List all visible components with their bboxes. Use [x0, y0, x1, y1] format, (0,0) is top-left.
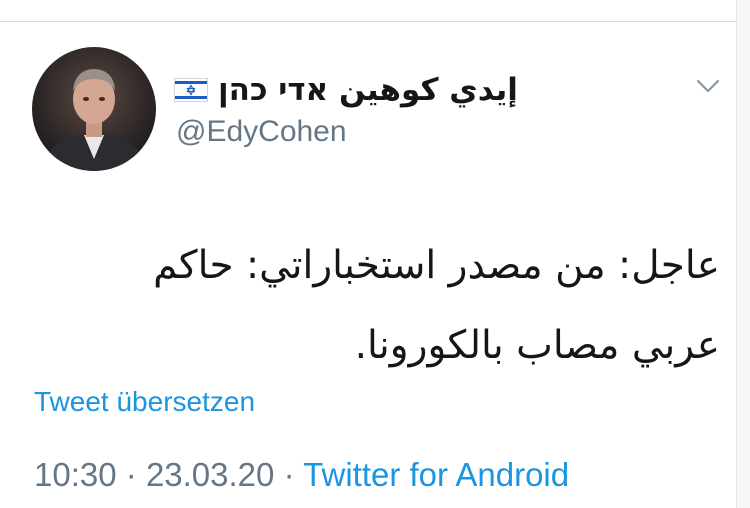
tweet-text: عاجل: من مصدر استخباراتي: حاكم عربي مصاب… — [153, 243, 720, 368]
chevron-down-icon[interactable] — [694, 76, 722, 96]
author-display-name: إيدي كوهين אדי כהן — [218, 72, 518, 108]
meta-separator: · — [125, 456, 137, 493]
top-divider — [0, 21, 736, 22]
author-handle[interactable]: @EdyCohen — [176, 115, 347, 149]
tweet-source-link[interactable]: Twitter for Android — [303, 456, 569, 493]
avatar-photo — [32, 47, 156, 171]
avatar[interactable] — [32, 47, 156, 171]
translate-tweet-link[interactable]: Tweet übersetzen — [34, 386, 255, 418]
scrollbar-track[interactable] — [736, 0, 750, 508]
author-name-row[interactable]: إيدي كوهين אדי כהן — [174, 66, 518, 114]
israel-flag-icon — [174, 78, 208, 102]
tweet-date[interactable]: 23.03.20 — [146, 456, 274, 493]
tweet-time[interactable]: 10:30 — [34, 456, 117, 493]
meta-separator: · — [283, 456, 295, 493]
tweet-meta: 10:30 · 23.03.20 · Twitter for Android — [34, 456, 569, 494]
